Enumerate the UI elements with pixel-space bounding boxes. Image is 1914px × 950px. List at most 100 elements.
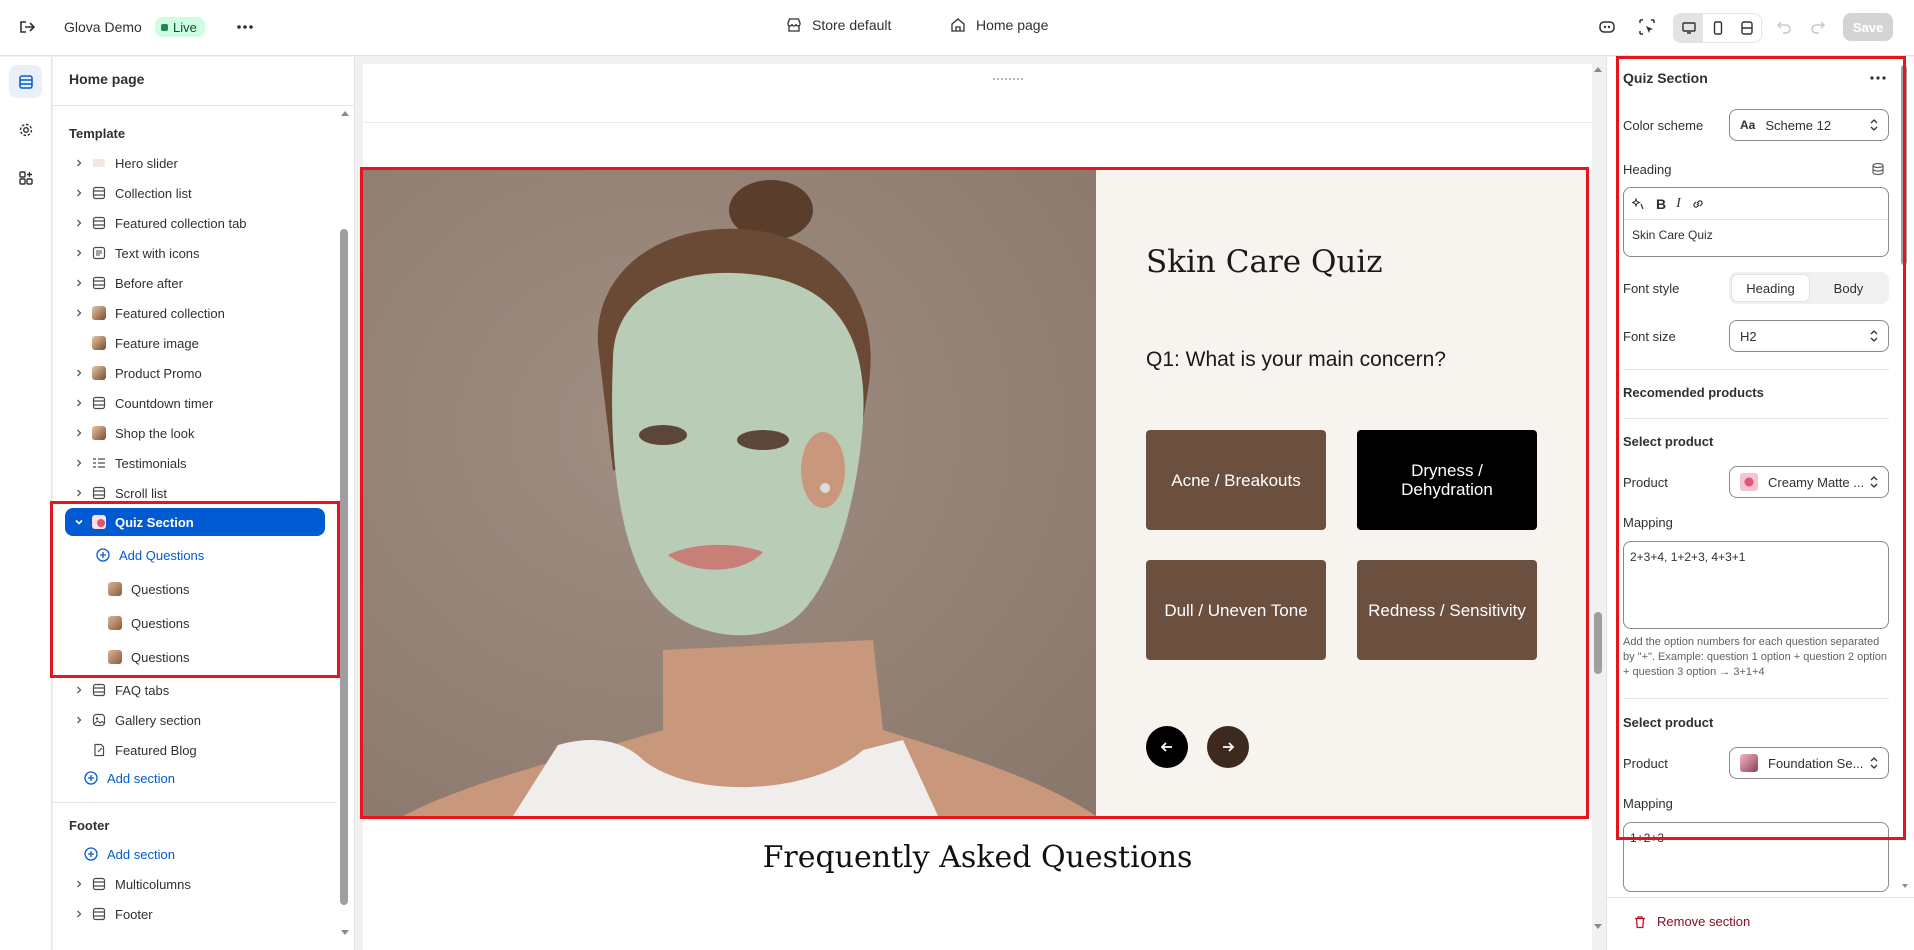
- scroll-down-icon[interactable]: [1593, 923, 1603, 931]
- exit-icon[interactable]: [18, 18, 36, 36]
- previous-arrow-button[interactable]: [1146, 726, 1188, 768]
- page-selector[interactable]: Home page: [950, 17, 1048, 33]
- chevron-right-icon[interactable]: [71, 218, 87, 228]
- scroll-up-icon[interactable]: [1593, 65, 1603, 73]
- bold-icon[interactable]: B: [1656, 196, 1666, 212]
- sidebar-item-featured-blog[interactable]: Featured Blog: [65, 736, 325, 764]
- scroll-up-icon[interactable]: [340, 109, 350, 117]
- sidebar-item-quiz-section[interactable]: Quiz Section: [65, 508, 325, 536]
- font-style-body-option[interactable]: Body: [1810, 274, 1887, 302]
- chevron-right-icon[interactable]: [71, 488, 87, 498]
- save-button[interactable]: Save: [1843, 13, 1893, 41]
- preview-scrollbar-thumb[interactable]: [1594, 612, 1602, 674]
- font-size-select[interactable]: H2: [1729, 320, 1889, 352]
- mapping-textarea[interactable]: 1+2+3: [1623, 822, 1889, 892]
- more-options-icon[interactable]: [1869, 72, 1887, 84]
- gallery-icon: [91, 712, 107, 728]
- color-scheme-select[interactable]: Aa Scheme 12: [1729, 109, 1889, 141]
- chevron-right-icon[interactable]: [71, 458, 87, 468]
- sidebar-item-label: Countdown timer: [115, 395, 214, 411]
- mobile-view-icon[interactable]: [1703, 14, 1732, 42]
- chevron-right-icon[interactable]: [71, 685, 87, 695]
- question-block-item[interactable]: Questions: [65, 575, 325, 603]
- sidebar-item-text-with-icons[interactable]: Text with icons: [65, 239, 325, 267]
- undo-icon[interactable]: [1776, 18, 1792, 34]
- apps-icon[interactable]: [9, 161, 42, 194]
- quiz-option-button[interactable]: Dryness / Dehydration: [1357, 430, 1537, 530]
- layout-section-icon: [91, 185, 107, 201]
- image-thumb-icon: [91, 335, 107, 351]
- mapping-textarea[interactable]: 2+3+4, 1+2+3, 4+3+1: [1623, 541, 1889, 629]
- sidebar-item-footer[interactable]: Footer: [65, 900, 325, 928]
- chevron-right-icon[interactable]: [71, 278, 87, 288]
- sidebar-item-product-promo[interactable]: Product Promo: [65, 359, 325, 387]
- chevron-right-icon[interactable]: [71, 398, 87, 408]
- sidebar-item-shop-the-look[interactable]: Shop the look: [65, 419, 325, 447]
- italic-icon[interactable]: I: [1676, 196, 1681, 212]
- quiz-option-button[interactable]: Dull / Uneven Tone: [1146, 560, 1326, 660]
- product-picker[interactable]: Foundation Se...: [1729, 747, 1889, 779]
- add-questions-button[interactable]: Add Questions: [65, 541, 325, 569]
- layout-section-icon: [91, 876, 107, 892]
- scroll-down-icon[interactable]: [340, 929, 350, 937]
- sidebar-item-testimonials[interactable]: Testimonials: [65, 449, 325, 477]
- remove-section-button[interactable]: Remove section: [1633, 914, 1750, 929]
- color-scheme-swatch-icon: Aa: [1740, 118, 1756, 132]
- inspector-icon[interactable]: [1638, 18, 1656, 36]
- chevron-right-icon[interactable]: [71, 248, 87, 258]
- sidebar-item-scroll-list[interactable]: Scroll list: [65, 479, 325, 507]
- quiz-option-button[interactable]: Redness / Sensitivity: [1357, 560, 1537, 660]
- heading-richtext-editor[interactable]: B I Skin Care Quiz: [1623, 187, 1889, 257]
- scrollbar-thumb[interactable]: [340, 229, 348, 905]
- sidebar-item-hero-slider[interactable]: Hero slider: [65, 149, 325, 177]
- chevron-right-icon[interactable]: [71, 428, 87, 438]
- sidebar-item-label: Footer: [115, 906, 153, 922]
- theme-selector[interactable]: Store default: [786, 17, 891, 33]
- quiz-content: Skin Care Quiz Q1: What is your main con…: [1096, 170, 1592, 816]
- chevron-right-icon[interactable]: [71, 158, 87, 168]
- sidebar-item-gallery-section[interactable]: Gallery section: [65, 706, 325, 734]
- more-options-icon[interactable]: [234, 18, 256, 36]
- sidebar-item-featured-collection-tab[interactable]: Featured collection tab: [65, 209, 325, 237]
- select-arrows-icon: [1870, 119, 1878, 131]
- add-section-button[interactable]: Add section: [65, 764, 325, 792]
- desktop-view-icon[interactable]: [1674, 14, 1703, 42]
- theme-settings-gear-icon[interactable]: [9, 113, 42, 146]
- sections-panel: Home page Template Quiz Section Add Ques…: [50, 57, 355, 950]
- image-thumb-icon: [91, 425, 107, 441]
- footer-add-section-button[interactable]: Add section: [65, 840, 325, 868]
- fullscreen-view-icon[interactable]: [1732, 14, 1761, 42]
- next-arrow-button[interactable]: [1207, 726, 1249, 768]
- sidebar-item-faq-tabs[interactable]: FAQ tabs: [65, 676, 325, 704]
- chevron-right-icon[interactable]: [71, 188, 87, 198]
- header-placeholder: [993, 78, 1023, 80]
- scroll-down-icon[interactable]: [1901, 883, 1909, 889]
- sidebar-item-before-after[interactable]: Before after: [65, 269, 325, 297]
- redo-icon[interactable]: [1810, 18, 1826, 34]
- chevron-right-icon[interactable]: [71, 715, 87, 725]
- chevron-down-icon[interactable]: [71, 517, 87, 527]
- link-icon[interactable]: [1691, 197, 1705, 211]
- sidebar-item-multicolumns[interactable]: Multicolumns: [65, 870, 325, 898]
- chevron-right-icon[interactable]: [71, 909, 87, 919]
- product-picker[interactable]: Creamy Matte ...: [1729, 466, 1889, 498]
- quiz-option-button[interactable]: Acne / Breakouts: [1146, 430, 1326, 530]
- question-block-item[interactable]: Questions: [65, 643, 325, 671]
- ai-assistant-icon[interactable]: [1598, 18, 1616, 36]
- chevron-right-icon[interactable]: [71, 368, 87, 378]
- sections-icon[interactable]: [9, 65, 42, 98]
- dynamic-source-icon[interactable]: [1871, 162, 1885, 176]
- sidebar-item-featured-collection[interactable]: Featured collection: [65, 299, 325, 327]
- sidebar-item-collection-list[interactable]: Collection list: [65, 179, 325, 207]
- chevron-right-icon[interactable]: [71, 879, 87, 889]
- sidebar-item-label: Hero slider: [115, 155, 178, 171]
- settings-scrollbar-thumb[interactable]: [1901, 65, 1907, 265]
- store-icon: [787, 18, 801, 32]
- ai-sparkle-icon[interactable]: [1632, 197, 1646, 211]
- question-block-item[interactable]: Questions: [65, 609, 325, 637]
- sidebar-item-countdown-timer[interactable]: Countdown timer: [65, 389, 325, 417]
- sidebar-item-feature-image[interactable]: Feature image: [65, 329, 325, 357]
- quiz-section-preview[interactable]: Skin Care Quiz Q1: What is your main con…: [360, 167, 1592, 819]
- chevron-right-icon[interactable]: [71, 308, 87, 318]
- font-style-heading-option[interactable]: Heading: [1731, 274, 1810, 302]
